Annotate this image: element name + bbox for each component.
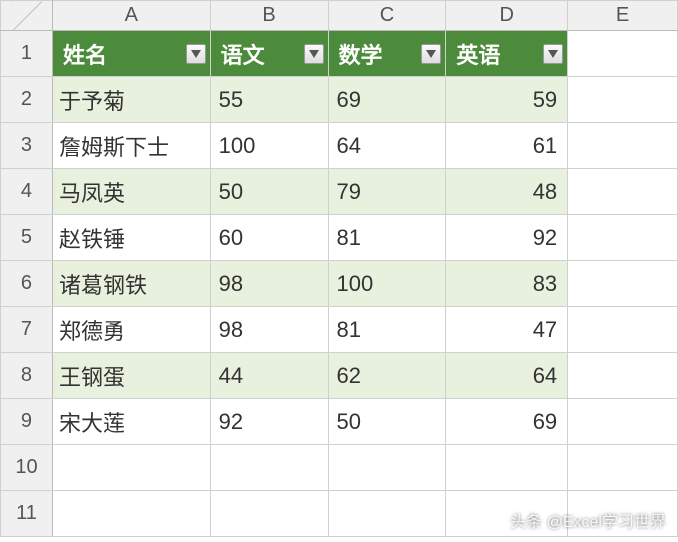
cell-empty[interactable] bbox=[210, 491, 328, 537]
cell-empty[interactable] bbox=[568, 215, 678, 261]
cell-chinese[interactable]: 98 bbox=[210, 261, 328, 307]
table-row: 8 王钢蛋 44 62 64 bbox=[1, 353, 678, 399]
row-header-7[interactable]: 7 bbox=[1, 307, 53, 353]
table-row: 4 马凤英 50 79 48 bbox=[1, 169, 678, 215]
cell-english[interactable]: 69 bbox=[446, 399, 568, 445]
cell-english[interactable]: 47 bbox=[446, 307, 568, 353]
row-header-3[interactable]: 3 bbox=[1, 123, 53, 169]
row-header-10[interactable]: 10 bbox=[1, 445, 53, 491]
filter-button[interactable] bbox=[304, 44, 324, 64]
table-row: 7 郑德勇 98 81 47 bbox=[1, 307, 678, 353]
cell-empty[interactable] bbox=[568, 123, 678, 169]
cell-english[interactable]: 59 bbox=[446, 77, 568, 123]
cell-math[interactable]: 50 bbox=[328, 399, 446, 445]
spreadsheet-grid: A B C D E 1 姓名 语文 数学 英语 2 于予菊 55 69 59 bbox=[0, 0, 678, 537]
cell-math[interactable]: 69 bbox=[328, 77, 446, 123]
cell-empty[interactable] bbox=[328, 491, 446, 537]
header-label: 数学 bbox=[339, 43, 383, 68]
cell-name[interactable]: 马凤英 bbox=[52, 169, 210, 215]
cell-empty[interactable] bbox=[52, 491, 210, 537]
cell-empty[interactable] bbox=[328, 445, 446, 491]
table-row: 5 赵铁锤 60 81 92 bbox=[1, 215, 678, 261]
table-header-chinese[interactable]: 语文 bbox=[210, 31, 328, 77]
header-label: 姓名 bbox=[63, 43, 107, 68]
table-row: 3 詹姆斯下士 100 64 61 bbox=[1, 123, 678, 169]
column-header-B[interactable]: B bbox=[210, 1, 328, 31]
watermark-text: 头条 @Excel学习世界 bbox=[510, 508, 666, 532]
cell-empty[interactable] bbox=[210, 445, 328, 491]
select-all-corner[interactable] bbox=[1, 1, 53, 31]
cell-math[interactable]: 64 bbox=[328, 123, 446, 169]
row-header-4[interactable]: 4 bbox=[1, 169, 53, 215]
table-header-name[interactable]: 姓名 bbox=[52, 31, 210, 77]
header-label: 英语 bbox=[456, 43, 500, 68]
cell-chinese[interactable]: 50 bbox=[210, 169, 328, 215]
column-header-A[interactable]: A bbox=[52, 1, 210, 31]
cell-math[interactable]: 81 bbox=[328, 215, 446, 261]
cell-empty[interactable] bbox=[568, 353, 678, 399]
cell-name[interactable]: 赵铁锤 bbox=[52, 215, 210, 261]
column-header-D[interactable]: D bbox=[446, 1, 568, 31]
header-label: 语文 bbox=[221, 43, 265, 68]
cell-empty[interactable] bbox=[446, 445, 568, 491]
cell-english[interactable]: 48 bbox=[446, 169, 568, 215]
table-header-math[interactable]: 数学 bbox=[328, 31, 446, 77]
cell-chinese[interactable]: 98 bbox=[210, 307, 328, 353]
cell-math[interactable]: 62 bbox=[328, 353, 446, 399]
cell-english[interactable]: 64 bbox=[446, 353, 568, 399]
filter-button[interactable] bbox=[186, 44, 206, 64]
cell-chinese[interactable]: 60 bbox=[210, 215, 328, 261]
row-header-9[interactable]: 9 bbox=[1, 399, 53, 445]
cell-name[interactable]: 诸葛钢铁 bbox=[52, 261, 210, 307]
cell-chinese[interactable]: 92 bbox=[210, 399, 328, 445]
cell-chinese[interactable]: 44 bbox=[210, 353, 328, 399]
cell-math[interactable]: 81 bbox=[328, 307, 446, 353]
cell-empty[interactable] bbox=[52, 445, 210, 491]
row-header-11[interactable]: 11 bbox=[1, 491, 53, 537]
table-row: 1 姓名 语文 数学 英语 bbox=[1, 31, 678, 77]
table-row: 2 于予菊 55 69 59 bbox=[1, 77, 678, 123]
cell-name[interactable]: 王钢蛋 bbox=[52, 353, 210, 399]
cell-name[interactable]: 詹姆斯下士 bbox=[52, 123, 210, 169]
row-header-8[interactable]: 8 bbox=[1, 353, 53, 399]
cell-math[interactable]: 79 bbox=[328, 169, 446, 215]
row-header-1[interactable]: 1 bbox=[1, 31, 53, 77]
cell-english[interactable]: 61 bbox=[446, 123, 568, 169]
cell-empty[interactable] bbox=[568, 77, 678, 123]
table-row: 9 宋大莲 92 50 69 bbox=[1, 399, 678, 445]
cell-chinese[interactable]: 55 bbox=[210, 77, 328, 123]
table-row: 10 bbox=[1, 445, 678, 491]
row-header-2[interactable]: 2 bbox=[1, 77, 53, 123]
cell-empty[interactable] bbox=[568, 399, 678, 445]
table-header-english[interactable]: 英语 bbox=[446, 31, 568, 77]
cell-math[interactable]: 100 bbox=[328, 261, 446, 307]
cell-empty[interactable] bbox=[568, 169, 678, 215]
filter-button[interactable] bbox=[543, 44, 563, 64]
cell-name[interactable]: 于予菊 bbox=[52, 77, 210, 123]
cell-name[interactable]: 郑德勇 bbox=[52, 307, 210, 353]
row-header-6[interactable]: 6 bbox=[1, 261, 53, 307]
column-header-C[interactable]: C bbox=[328, 1, 446, 31]
column-header-E[interactable]: E bbox=[568, 1, 678, 31]
cell-empty[interactable] bbox=[568, 445, 678, 491]
table-row: 6 诸葛钢铁 98 100 83 bbox=[1, 261, 678, 307]
cell-english[interactable]: 83 bbox=[446, 261, 568, 307]
column-header-row: A B C D E bbox=[1, 1, 678, 31]
cell-E1[interactable] bbox=[568, 31, 678, 77]
cell-name[interactable]: 宋大莲 bbox=[52, 399, 210, 445]
filter-button[interactable] bbox=[421, 44, 441, 64]
cell-empty[interactable] bbox=[568, 307, 678, 353]
cell-empty[interactable] bbox=[568, 261, 678, 307]
cell-english[interactable]: 92 bbox=[446, 215, 568, 261]
row-header-5[interactable]: 5 bbox=[1, 215, 53, 261]
cell-chinese[interactable]: 100 bbox=[210, 123, 328, 169]
